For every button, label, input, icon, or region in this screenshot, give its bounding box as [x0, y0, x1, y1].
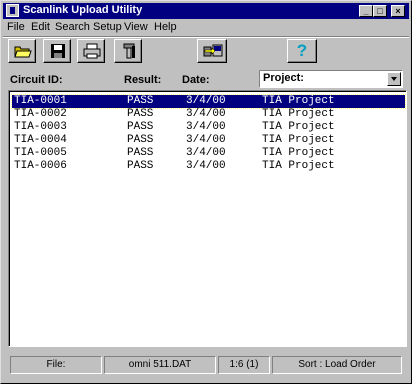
- app-icon[interactable]: [6, 4, 19, 17]
- cell-date: 3/4/00: [186, 160, 226, 172]
- printer-icon: [83, 43, 101, 59]
- table-row[interactable]: TIA-0006 PASS 3/4/00 TIA Project: [12, 160, 405, 173]
- window-title: Scanlink Upload Utility: [23, 4, 143, 16]
- table-row[interactable]: TIA-0005 PASS 3/4/00 TIA Project: [12, 147, 405, 160]
- cell-result: PASS: [127, 134, 154, 146]
- table-row[interactable]: TIA-0002 PASS 3/4/00 TIA Project: [12, 108, 405, 121]
- cell-result: PASS: [127, 160, 154, 172]
- results-list[interactable]: TIA-0001 PASS 3/4/00 TIA Project TIA-000…: [8, 90, 407, 347]
- cell-result: PASS: [127, 121, 154, 133]
- cell-project: TIA Project: [262, 134, 335, 146]
- cell-project: TIA Project: [262, 160, 335, 172]
- cell-date: 3/4/00: [186, 95, 226, 107]
- project-filter-dropdown[interactable]: Project:: [259, 70, 403, 88]
- setup-button[interactable]: [114, 39, 142, 63]
- cell-circuit-id: TIA-0005: [14, 147, 67, 159]
- table-row[interactable]: TIA-0004 PASS 3/4/00 TIA Project: [12, 134, 405, 147]
- save-button[interactable]: [43, 39, 71, 63]
- cell-result: PASS: [127, 147, 154, 159]
- setup-tool-icon: [123, 43, 135, 59]
- menu-setup[interactable]: Setup: [93, 21, 122, 33]
- cell-project: TIA Project: [262, 147, 335, 159]
- open-button[interactable]: [8, 39, 36, 63]
- status-file-label: File:: [10, 356, 102, 374]
- help-icon: ?: [296, 41, 308, 60]
- minimize-button[interactable]: _: [359, 5, 373, 17]
- status-position: 1:6 (1): [218, 356, 270, 374]
- column-header-circuit-id[interactable]: Circuit ID:: [10, 74, 63, 86]
- cell-circuit-id: TIA-0002: [14, 108, 67, 120]
- cell-circuit-id: TIA-0003: [14, 121, 67, 133]
- menu-file[interactable]: File: [7, 21, 25, 33]
- cell-project: TIA Project: [262, 108, 335, 120]
- cell-project: TIA Project: [262, 121, 335, 133]
- cell-circuit-id: TIA-0004: [14, 134, 67, 146]
- upload-button[interactable]: [197, 39, 227, 63]
- title-bar[interactable]: Scanlink Upload Utility _ □ ×: [3, 3, 409, 19]
- cell-result: PASS: [127, 95, 154, 107]
- maximize-button[interactable]: □: [373, 5, 387, 17]
- menu-search[interactable]: Search: [55, 21, 90, 33]
- table-row[interactable]: TIA-0003 PASS 3/4/00 TIA Project: [12, 121, 405, 134]
- cell-date: 3/4/00: [186, 147, 226, 159]
- table-row[interactable]: TIA-0001 PASS 3/4/00 TIA Project: [11, 94, 406, 109]
- cell-project: TIA Project: [262, 95, 335, 107]
- status-file-name: omni 511.DAT: [104, 356, 216, 374]
- cell-date: 3/4/00: [186, 134, 226, 146]
- save-disk-icon: [51, 44, 65, 58]
- cell-date: 3/4/00: [186, 108, 226, 120]
- menu-view[interactable]: View: [124, 21, 148, 33]
- menu-help[interactable]: Help: [154, 21, 177, 33]
- menu-edit[interactable]: Edit: [31, 21, 50, 33]
- project-filter-value: Project:: [263, 72, 304, 84]
- column-header-result[interactable]: Result:: [124, 74, 161, 86]
- cell-circuit-id: TIA-0006: [14, 160, 67, 172]
- chevron-down-icon[interactable]: [387, 72, 401, 86]
- main-window: Scanlink Upload Utility _ □ × File Edit …: [0, 0, 412, 384]
- column-header-date[interactable]: Date:: [182, 74, 210, 86]
- help-button[interactable]: ?: [287, 39, 317, 63]
- cell-circuit-id: TIA-0001: [14, 95, 67, 107]
- close-button[interactable]: ×: [391, 5, 405, 17]
- open-folder-icon: [14, 46, 32, 58]
- upload-icon: [203, 44, 223, 57]
- cell-date: 3/4/00: [186, 121, 226, 133]
- print-button[interactable]: [77, 39, 105, 63]
- cell-result: PASS: [127, 108, 154, 120]
- toolbar-divider: [3, 36, 409, 38]
- status-sort-order: Sort : Load Order: [272, 356, 402, 374]
